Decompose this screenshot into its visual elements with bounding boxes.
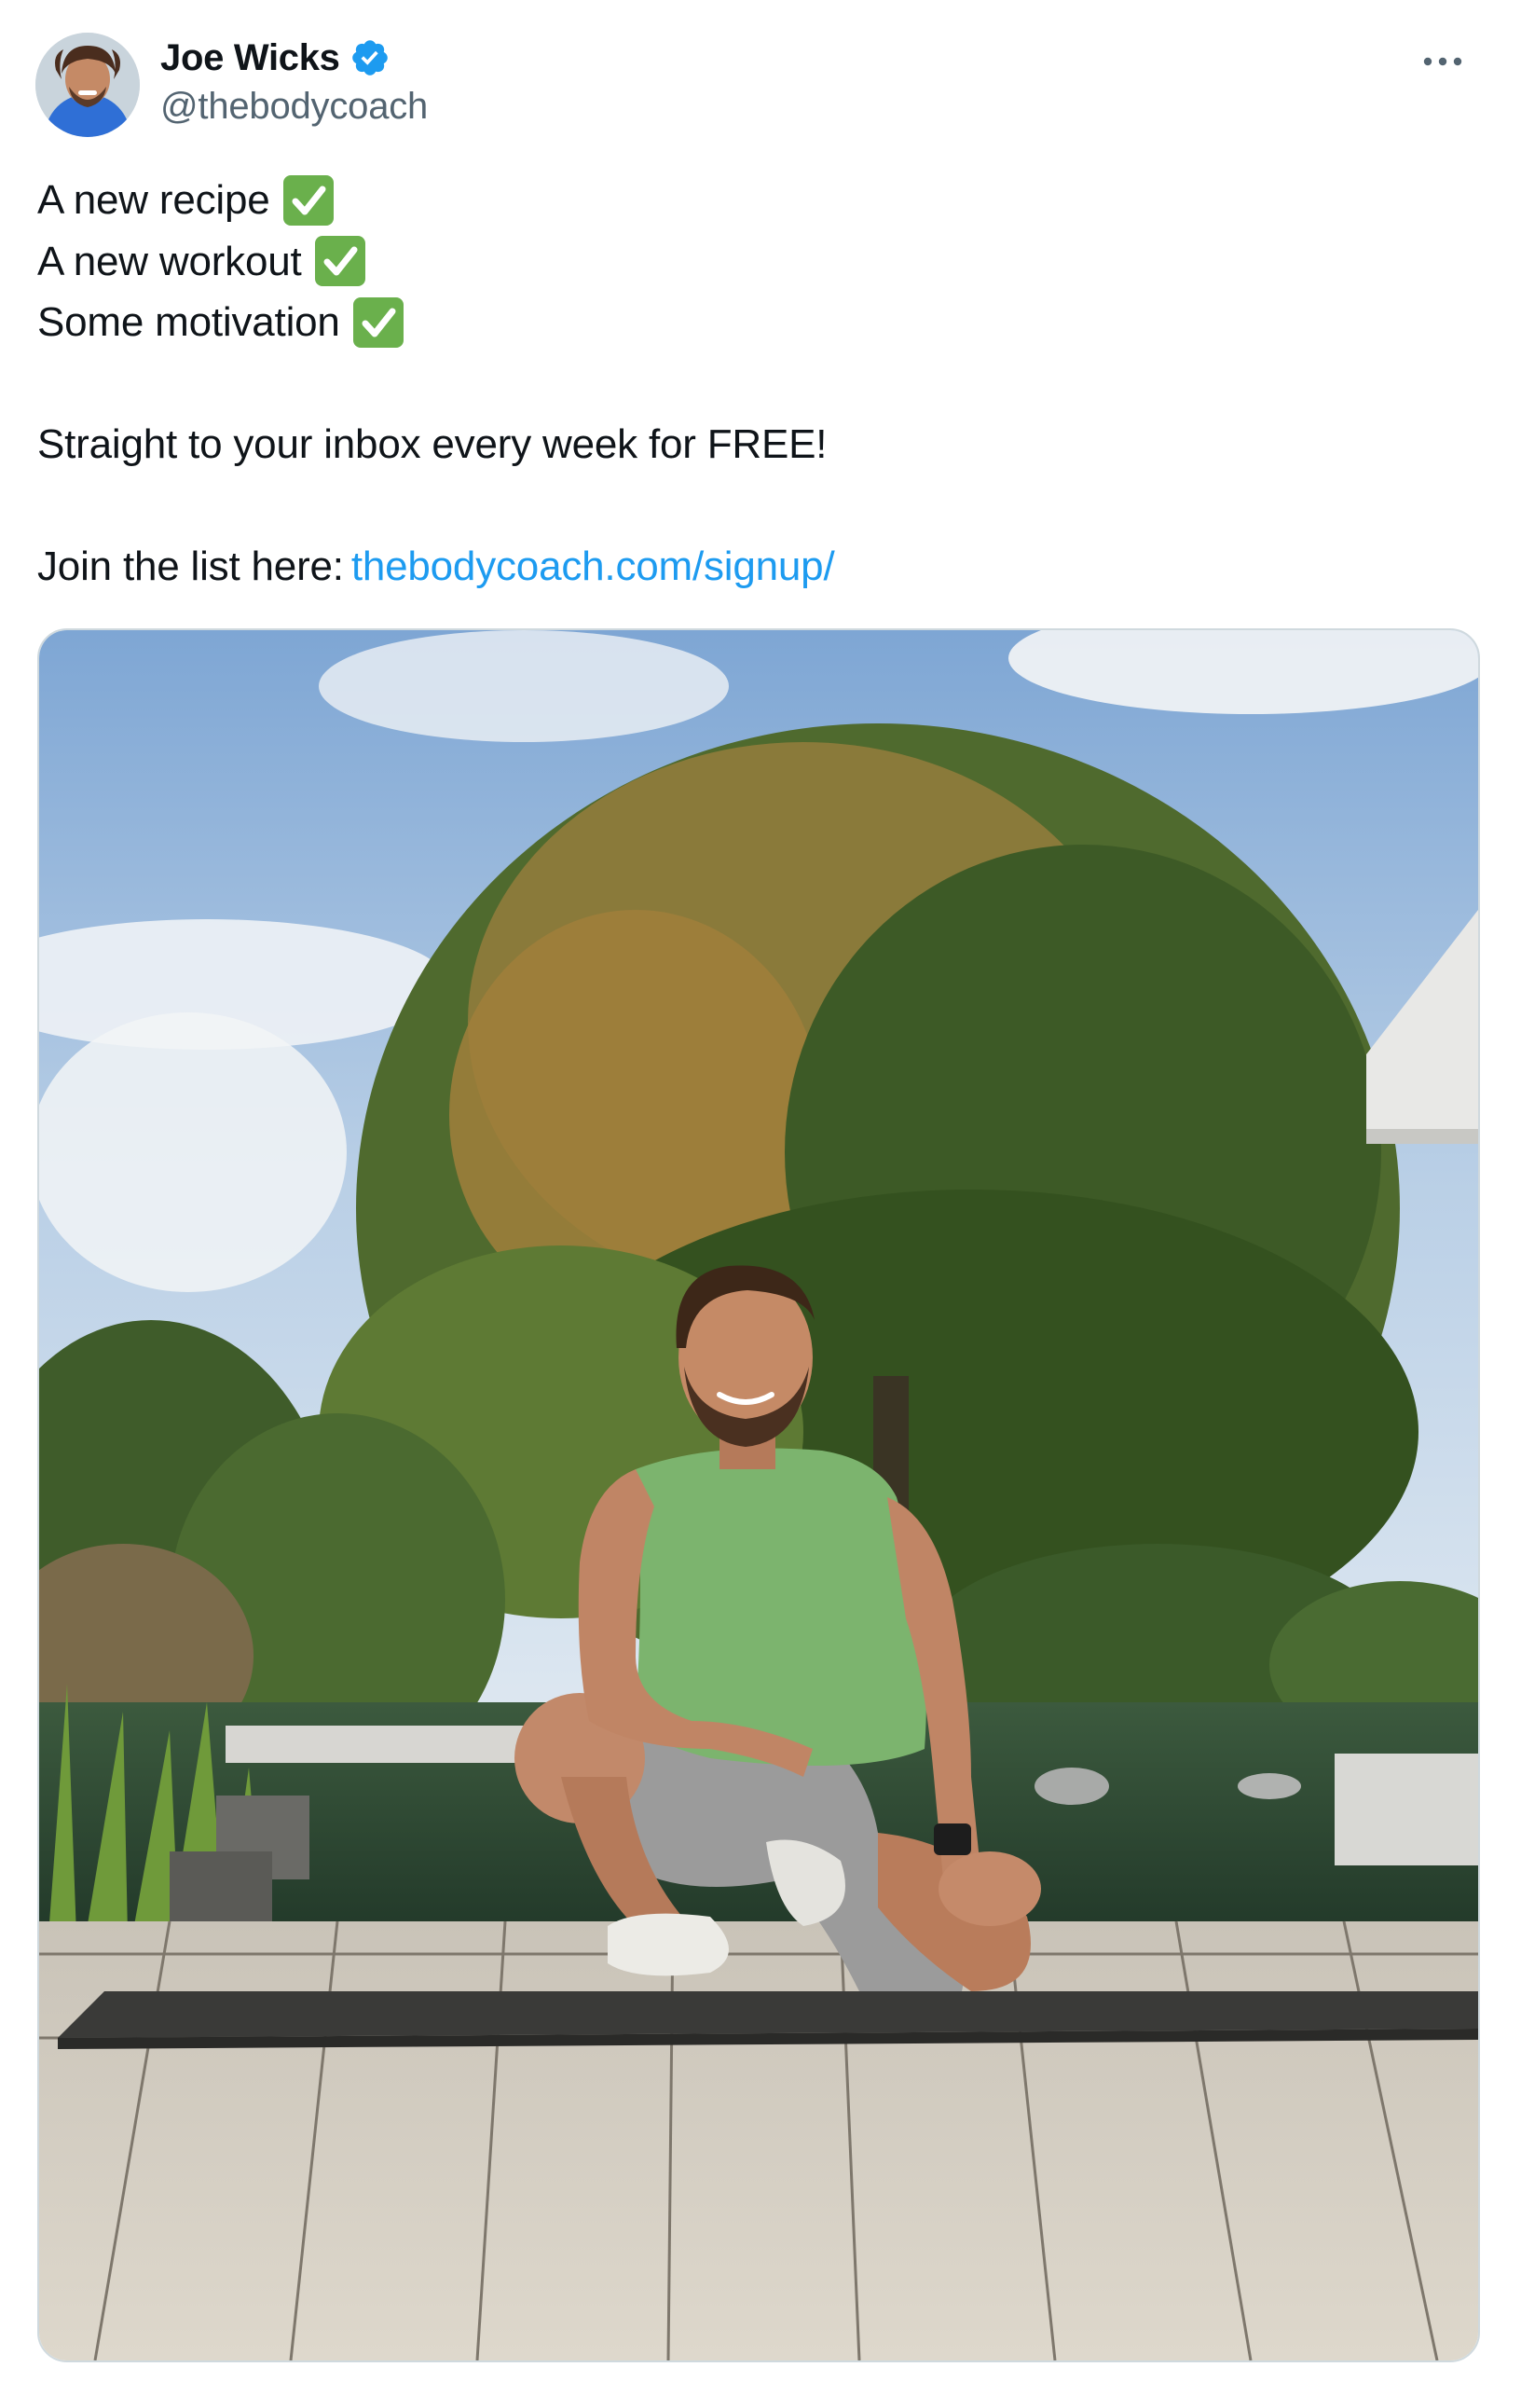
join-prefix: Join the list here: bbox=[37, 544, 344, 589]
tweet: Joe Wicks @thebodycoach A new recipe A n… bbox=[0, 0, 1521, 2408]
more-options-button[interactable] bbox=[1415, 43, 1471, 80]
text-line-workout: A new workout bbox=[37, 231, 834, 293]
handle[interactable]: @thebodycoach bbox=[160, 86, 428, 128]
display-name[interactable]: Joe Wicks bbox=[160, 37, 340, 79]
text-line-join: Join the list here: thebodycoach.com/sig… bbox=[37, 536, 835, 598]
verified-badge-icon[interactable] bbox=[349, 37, 391, 78]
text-line-motivation: Some motivation bbox=[37, 292, 834, 353]
more-horizontal-icon bbox=[1423, 57, 1462, 66]
avatar[interactable] bbox=[35, 33, 140, 137]
signup-link[interactable]: thebodycoach.com/signup/ bbox=[351, 536, 835, 598]
tweet-text: A new recipe A new workout Some motivati… bbox=[37, 170, 835, 598]
line-text: A new recipe bbox=[37, 177, 270, 223]
line-text: A new workout bbox=[37, 238, 302, 284]
check-mark-icon bbox=[314, 236, 365, 287]
text-line-cta: Straight to your inbox every week for FR… bbox=[37, 414, 834, 475]
text-line-recipe: A new recipe bbox=[37, 170, 834, 231]
cta-text: Straight to your inbox every week for FR… bbox=[37, 421, 828, 467]
check-mark-icon bbox=[352, 296, 404, 348]
name-row: Joe Wicks bbox=[160, 32, 428, 84]
check-mark-icon bbox=[282, 174, 334, 226]
author-block: Joe Wicks @thebodycoach bbox=[160, 32, 428, 128]
line-text: Some motivation bbox=[37, 299, 340, 345]
tweet-photo[interactable] bbox=[37, 628, 1480, 2362]
